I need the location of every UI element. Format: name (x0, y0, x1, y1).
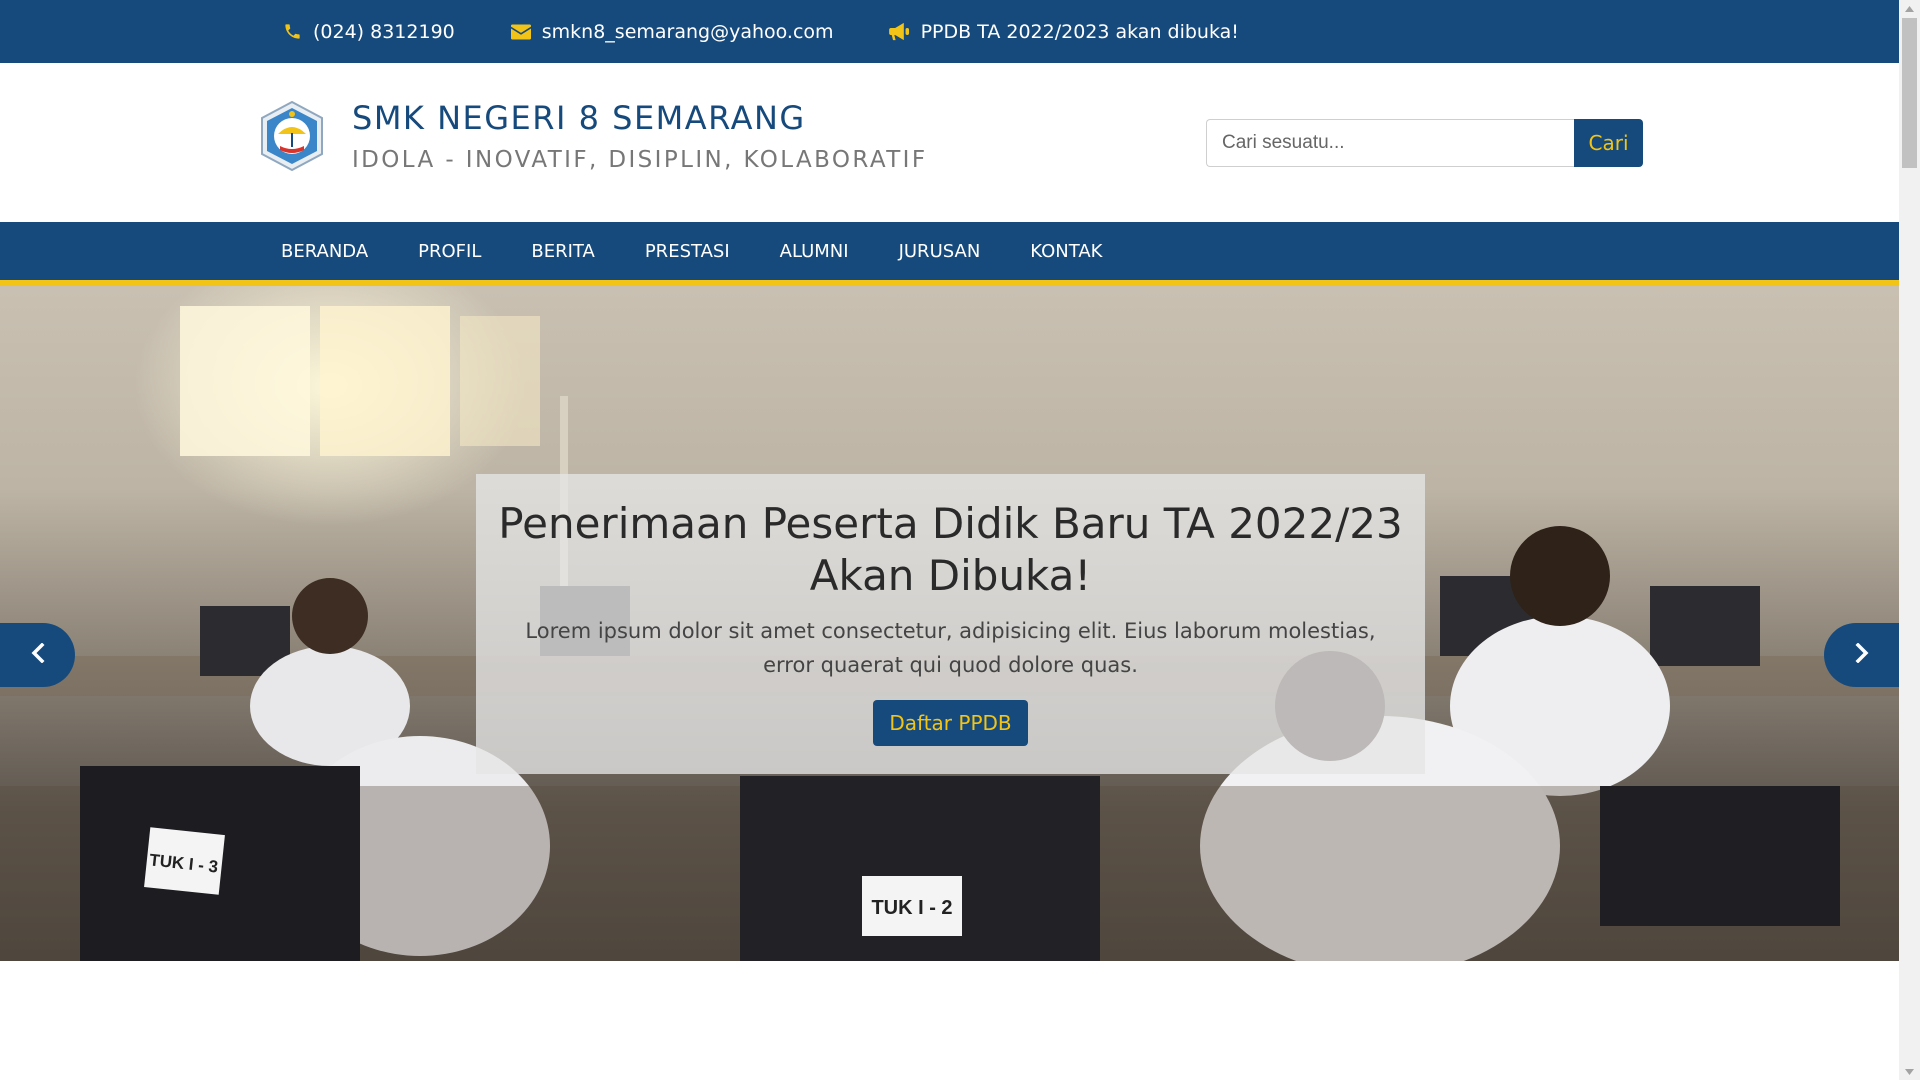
main-nav: BERANDA PROFIL BERITA PRESTASI ALUMNI JU… (0, 222, 1899, 286)
envelope-icon (510, 21, 532, 43)
topbar-announcement[interactable]: PPDB TA 2022/2023 akan dibuka! (889, 21, 1239, 43)
nav-item-alumni[interactable]: ALUMNI (780, 241, 849, 262)
scroll-down-arrow-icon[interactable] (1899, 1063, 1920, 1080)
announcement-text: PPDB TA 2022/2023 akan dibuka! (920, 20, 1239, 43)
header: SMK NEGERI 8 SEMARANG IDOLA - INOVATIF, … (0, 63, 1899, 222)
scroll-up-arrow-icon[interactable] (1899, 0, 1920, 17)
bullhorn-icon (889, 21, 911, 43)
nav-item-profil[interactable]: PROFIL (418, 241, 481, 262)
carousel-prev-button[interactable] (0, 623, 75, 687)
search-form: Cari (1206, 119, 1643, 167)
page: (024) 8312190 smkn8_semarang@yahoo.com P… (0, 0, 1899, 1080)
chevron-left-icon (31, 642, 45, 667)
register-ppdb-button[interactable]: Daftar PPDB (873, 700, 1028, 746)
phone-icon (281, 21, 303, 43)
hero-carousel: TUK I - 3 TUK I - 2 Penerimaan Peserta D… (0, 286, 1899, 961)
email-text: smkn8_semarang@yahoo.com (541, 20, 834, 43)
nav-item-kontak[interactable]: KONTAK (1030, 241, 1102, 262)
topbar-phone[interactable]: (024) 8312190 (281, 21, 455, 43)
hero-caption: Penerimaan Peserta Didik Baru TA 2022/23… (476, 474, 1425, 774)
nav-item-jurusan[interactable]: JURUSAN (899, 241, 981, 262)
site-title[interactable]: SMK NEGERI 8 SEMARANG (352, 99, 806, 137)
nav-item-prestasi[interactable]: PRESTASI (645, 241, 730, 262)
scrollbar-thumb[interactable] (1902, 18, 1917, 168)
nav-item-berita[interactable]: BERITA (531, 241, 594, 262)
hero-text: Lorem ipsum dolor sit amet consectetur, … (525, 619, 1376, 677)
monitor-label-2: TUK I - 2 (871, 897, 952, 919)
hero-title: Penerimaan Peserta Didik Baru TA 2022/23… (498, 499, 1403, 600)
site-tagline: IDOLA - INOVATIF, DISIPLIN, KOLABORATIF (352, 147, 928, 173)
carousel-next-button[interactable] (1824, 623, 1899, 687)
nav-item-beranda[interactable]: BERANDA (281, 241, 368, 262)
search-input[interactable] (1206, 119, 1574, 167)
school-logo[interactable] (256, 100, 328, 172)
topbar-email[interactable]: smkn8_semarang@yahoo.com (510, 21, 834, 43)
topbar: (024) 8312190 smkn8_semarang@yahoo.com P… (0, 0, 1899, 63)
phone-text: (024) 8312190 (313, 20, 455, 43)
vertical-scrollbar[interactable] (1899, 0, 1920, 1080)
search-button[interactable]: Cari (1574, 119, 1643, 167)
chevron-right-icon (1855, 642, 1869, 667)
